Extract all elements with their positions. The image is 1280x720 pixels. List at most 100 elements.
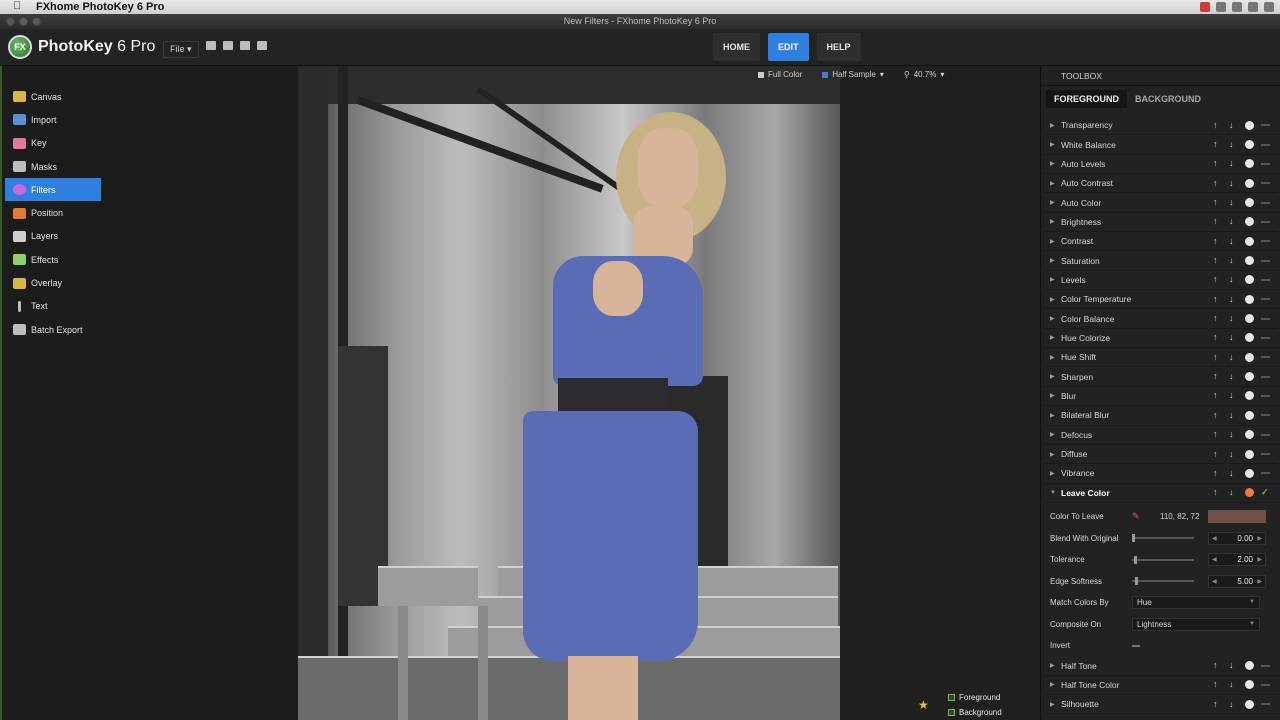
expand-triangle-icon[interactable]: ▶ — [1050, 315, 1061, 322]
move-down-icon[interactable]: ↓ — [1229, 333, 1238, 342]
filter-row-defocus[interactable]: ▶ Defocus ↑ ↓ — [1044, 426, 1278, 445]
move-down-icon[interactable]: ↓ — [1229, 468, 1238, 478]
move-down-icon[interactable]: ↓ — [1229, 178, 1238, 188]
expand-triangle-icon[interactable]: ▶ — [1050, 354, 1061, 361]
sidebar-item-masks[interactable]: Masks — [5, 155, 101, 178]
expand-triangle-icon[interactable]: ▶ — [1050, 681, 1061, 688]
expand-triangle-icon[interactable]: ▼ — [1050, 490, 1061, 496]
nav-help[interactable]: HELP — [816, 33, 861, 61]
minimize-window-button[interactable] — [19, 17, 28, 26]
move-down-icon[interactable]: ↓ — [1229, 217, 1238, 226]
move-down-icon[interactable]: ↓ — [1229, 294, 1238, 304]
enable-toggle-icon[interactable] — [1261, 220, 1270, 223]
tolerance-slider[interactable] — [1132, 555, 1194, 564]
sidebar-item-position[interactable]: Position — [5, 201, 101, 224]
move-down-icon[interactable]: ↓ — [1229, 699, 1238, 709]
enable-toggle-icon[interactable] — [1261, 433, 1270, 436]
expand-triangle-icon[interactable]: ▶ — [1050, 701, 1061, 708]
reset-icon[interactable] — [1245, 391, 1254, 401]
filter-row-auto-color[interactable]: ▶ Auto Color ↑ ↓ — [1044, 193, 1278, 213]
filter-row-half-tone[interactable]: ▶ Half Tone ↑ ↓ — [1044, 656, 1278, 676]
enable-toggle-icon[interactable] — [1261, 394, 1270, 397]
reset-icon[interactable] — [1245, 159, 1254, 169]
sidebar-item-overlay[interactable]: Overlay — [5, 271, 101, 294]
move-down-icon[interactable]: ↓ — [1229, 140, 1238, 149]
tolerance-input[interactable]: ◀ 2.00 ▶ — [1208, 553, 1266, 567]
move-down-icon[interactable]: ↓ — [1229, 120, 1238, 130]
foreground-toggle[interactable]: Foreground — [948, 690, 1002, 705]
slider-knob[interactable] — [1135, 577, 1138, 586]
enable-toggle-icon[interactable] — [1261, 453, 1270, 456]
move-up-icon[interactable]: ↑ — [1213, 352, 1222, 362]
invert-toggle[interactable] — [1132, 644, 1140, 647]
expand-triangle-icon[interactable]: ▶ — [1050, 296, 1061, 303]
filter-row-white-balance[interactable]: ▶ White Balance ↑ ↓ — [1044, 135, 1278, 155]
zoom-select[interactable]: ⚲ 40.7% ▾ — [904, 70, 945, 79]
color-mode-select[interactable]: Full Color — [758, 70, 802, 79]
move-down-icon[interactable]: ↓ — [1229, 430, 1238, 439]
enable-toggle-icon[interactable] — [1261, 336, 1270, 339]
enable-toggle-icon[interactable] — [1261, 683, 1270, 686]
enable-toggle-icon[interactable] — [1261, 259, 1270, 262]
reset-icon[interactable] — [1245, 410, 1254, 420]
filter-row-saturation[interactable]: ▶ Saturation ↑ ↓ — [1044, 251, 1278, 271]
filter-row-hue-colorize[interactable]: ▶ Hue Colorize ↑ ↓ — [1044, 329, 1278, 349]
move-up-icon[interactable]: ↑ — [1213, 178, 1222, 188]
reset-icon[interactable] — [1245, 488, 1254, 498]
file-menu[interactable]: File ▾ — [163, 41, 199, 58]
menubar-app-name[interactable]: FXhome PhotoKey 6 Pro — [36, 1, 164, 13]
sidebar-item-import[interactable]: Import — [5, 108, 101, 131]
filter-row-silhouette[interactable]: ▶ Silhouette ↑ ↓ — [1044, 695, 1278, 715]
sidebar-item-canvas[interactable]: Canvas — [5, 85, 101, 108]
reset-icon[interactable] — [1245, 294, 1254, 304]
reset-icon[interactable] — [1245, 217, 1254, 227]
nav-home[interactable]: HOME — [713, 33, 760, 61]
reset-icon[interactable] — [1245, 449, 1254, 459]
screen-icon[interactable] — [1232, 2, 1242, 12]
expand-triangle-icon[interactable]: ▶ — [1050, 180, 1061, 187]
enable-toggle-icon[interactable] — [1261, 356, 1270, 359]
sidebar-item-layers[interactable]: Layers — [5, 225, 101, 248]
enable-toggle-icon[interactable] — [1261, 124, 1270, 127]
expand-triangle-icon[interactable]: ▶ — [1050, 451, 1061, 458]
expand-triangle-icon[interactable]: ▶ — [1050, 276, 1061, 283]
eyedropper-icon[interactable]: ✎ — [1132, 511, 1140, 522]
composite-on-select[interactable]: Lightness ▼ — [1132, 617, 1260, 631]
print-icon[interactable] — [257, 41, 267, 50]
move-up-icon[interactable]: ↑ — [1213, 372, 1222, 381]
expand-triangle-icon[interactable]: ▶ — [1050, 431, 1061, 438]
enable-toggle-icon[interactable] — [1261, 472, 1270, 475]
move-down-icon[interactable]: ↓ — [1229, 449, 1238, 459]
move-up-icon[interactable]: ↑ — [1213, 198, 1222, 207]
move-up-icon[interactable]: ↑ — [1213, 159, 1222, 168]
close-window-button[interactable] — [6, 17, 15, 26]
filter-row-levels[interactable]: ▶ Levels ↑ ↓ — [1044, 271, 1278, 291]
background-toggle[interactable]: Background — [948, 705, 1002, 720]
filter-row-auto-levels[interactable]: ▶ Auto Levels ↑ ↓ — [1044, 155, 1278, 175]
filter-row-color-balance[interactable]: ▶ Color Balance ↑ ↓ — [1044, 309, 1278, 329]
enabled-check-icon[interactable]: ✓ — [1261, 488, 1270, 497]
move-up-icon[interactable]: ↑ — [1213, 430, 1222, 439]
move-down-icon[interactable]: ↓ — [1229, 275, 1238, 284]
filter-row-contrast[interactable]: ▶ Contrast ↑ ↓ — [1044, 232, 1278, 252]
move-down-icon[interactable]: ↓ — [1229, 198, 1238, 207]
reset-icon[interactable] — [1245, 178, 1254, 188]
reset-icon[interactable] — [1245, 236, 1254, 246]
expand-triangle-icon[interactable]: ▶ — [1050, 662, 1061, 669]
move-up-icon[interactable]: ↑ — [1213, 236, 1222, 246]
move-up-icon[interactable]: ↑ — [1213, 680, 1222, 689]
move-down-icon[interactable]: ↓ — [1229, 410, 1238, 420]
record-icon[interactable] — [1200, 2, 1210, 12]
slider-knob[interactable] — [1132, 534, 1135, 543]
reset-icon[interactable] — [1245, 333, 1254, 343]
expand-triangle-icon[interactable]: ▶ — [1050, 238, 1061, 245]
filter-row-blur[interactable]: ▶ Blur ↑ ↓ — [1044, 387, 1278, 407]
reset-icon[interactable] — [1245, 680, 1254, 690]
move-up-icon[interactable]: ↑ — [1213, 391, 1222, 400]
move-down-icon[interactable]: ↓ — [1229, 352, 1238, 362]
open-file-icon[interactable] — [223, 41, 233, 50]
expand-triangle-icon[interactable]: ▶ — [1050, 218, 1061, 225]
reset-icon[interactable] — [1245, 352, 1254, 362]
sidebar-item-key[interactable]: Key — [5, 132, 101, 155]
reset-icon[interactable] — [1245, 140, 1254, 150]
